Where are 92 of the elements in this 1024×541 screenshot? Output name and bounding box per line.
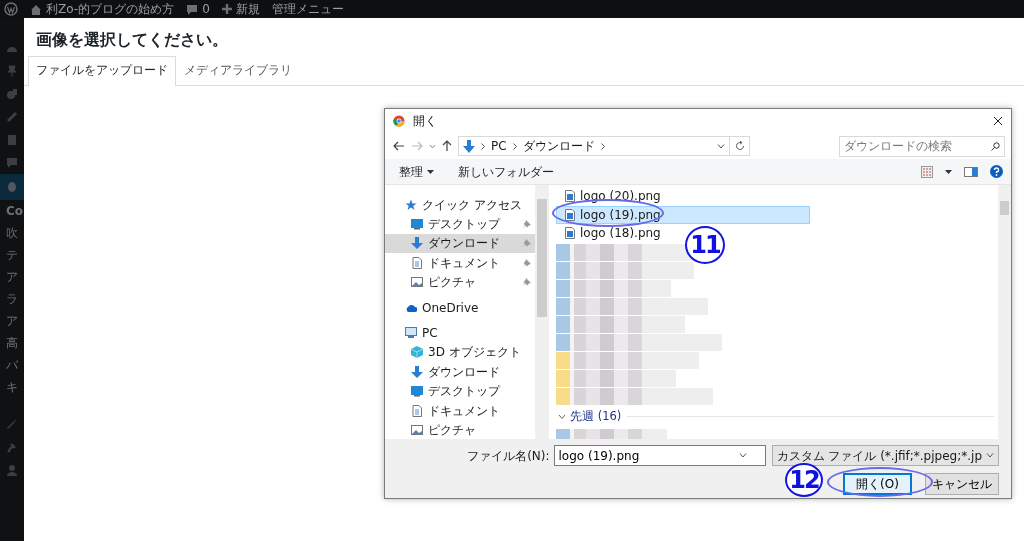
cube-icon bbox=[411, 346, 423, 359]
scrollbar-thumb[interactable] bbox=[1000, 201, 1009, 215]
back-arrow-icon[interactable] bbox=[393, 141, 405, 151]
nav-item[interactable]: ピクチャ bbox=[385, 272, 535, 292]
caret-icon bbox=[427, 169, 434, 174]
caret-icon[interactable] bbox=[945, 169, 952, 174]
picture-icon bbox=[411, 424, 423, 436]
nav-item[interactable]: デスクトップ bbox=[385, 381, 535, 401]
plus-icon bbox=[221, 4, 232, 14]
nav-item[interactable]: 3D オブジェクト bbox=[385, 342, 535, 363]
site-name-link[interactable]: 利Zo-的ブログの始め方 bbox=[46, 0, 175, 18]
dialog-button[interactable]: キャンセル bbox=[925, 473, 999, 495]
sidebar-submenu-item[interactable]: ア bbox=[0, 266, 24, 288]
grid-view-icon[interactable] bbox=[921, 165, 933, 178]
image-file-icon bbox=[565, 208, 575, 221]
tab[interactable]: ファイルをアップロード bbox=[28, 55, 176, 86]
sidebar-submenu-item[interactable]: キ bbox=[0, 376, 24, 398]
file-name-combo[interactable]: logo (19).png bbox=[553, 445, 766, 466]
admin-menu-link[interactable]: 管理メニュー bbox=[271, 0, 344, 18]
home-icon bbox=[30, 3, 42, 15]
path-segment[interactable]: PC bbox=[491, 137, 507, 155]
new-link[interactable]: 新規 bbox=[235, 0, 260, 18]
file-type-dropdown[interactable]: カスタム ファイル (*.jfif;*.pjpeg;*.jp bbox=[771, 445, 999, 466]
chevron-right-icon bbox=[481, 142, 485, 150]
monitor-icon bbox=[411, 385, 423, 398]
nav-item[interactable]: OneDrive bbox=[385, 297, 535, 318]
sidebar-submenu-item[interactable]: バ bbox=[0, 354, 24, 376]
document-icon bbox=[411, 256, 423, 269]
nav-item[interactable]: ドキュメント bbox=[385, 253, 535, 273]
chevron-down-icon[interactable] bbox=[429, 143, 436, 149]
file-item[interactable]: logo (19).png bbox=[556, 205, 810, 224]
organize-button[interactable]: 整理 bbox=[399, 162, 434, 181]
search-icon bbox=[991, 141, 1000, 151]
chevron-right-icon bbox=[512, 142, 517, 150]
nav-item[interactable]: デスクトップ bbox=[385, 214, 535, 234]
chevron-down-icon bbox=[738, 453, 747, 458]
down-arrow-icon bbox=[463, 139, 475, 153]
document-icon bbox=[411, 404, 423, 417]
modal-title: 画像を選択してください。 bbox=[35, 29, 229, 51]
search-box[interactable]: ダウンロードの検索 bbox=[839, 135, 1005, 157]
group-header[interactable]: 先週 (16) bbox=[558, 407, 622, 426]
pin-icon[interactable] bbox=[6, 64, 18, 77]
close-button[interactable] bbox=[993, 116, 1003, 126]
sidebar-submenu-item[interactable]: Co bbox=[0, 200, 24, 222]
scrollbar-thumb[interactable] bbox=[537, 199, 547, 317]
comment-icon[interactable] bbox=[6, 156, 18, 169]
file-item[interactable]: logo (20).png bbox=[556, 187, 668, 206]
down-arrow-icon bbox=[411, 237, 423, 250]
sidebar-submenu-item[interactable]: テ bbox=[0, 244, 24, 266]
media-icon[interactable] bbox=[6, 87, 18, 100]
new-folder-button[interactable]: 新しいフォルダー bbox=[458, 162, 554, 181]
nav-item[interactable]: ダウンロード bbox=[385, 233, 535, 254]
chevron-down-icon bbox=[986, 453, 994, 458]
dialog-button[interactable]: 開く(O) bbox=[843, 473, 912, 495]
chevron-right-icon bbox=[600, 142, 605, 150]
comment-count[interactable]: 0 bbox=[202, 0, 210, 18]
sidebar-submenu-item[interactable]: 吹 bbox=[0, 222, 24, 244]
star-icon bbox=[405, 198, 417, 211]
path-segment[interactable]: ダウンロード bbox=[522, 137, 595, 155]
nav-item[interactable]: ピクチャ bbox=[385, 420, 535, 440]
refresh-icon[interactable] bbox=[734, 141, 745, 151]
nav-item[interactable]: ドキュメント bbox=[385, 400, 535, 421]
image-file-icon bbox=[565, 227, 575, 240]
comment-bubble-icon bbox=[186, 3, 199, 15]
monitor-icon bbox=[411, 218, 423, 231]
up-arrow-icon[interactable] bbox=[442, 140, 452, 152]
chevron-down-icon[interactable] bbox=[717, 143, 725, 149]
forward-arrow-icon[interactable] bbox=[411, 141, 423, 151]
nav-item[interactable]: クイック アクセス bbox=[385, 195, 535, 215]
sidebar-submenu-item[interactable]: ラ bbox=[0, 288, 24, 310]
computer-icon bbox=[405, 327, 417, 340]
chrome-logo-icon bbox=[393, 115, 405, 127]
nav-item[interactable]: ダウンロード bbox=[385, 362, 535, 382]
sidebar-submenu-item[interactable]: 高 bbox=[0, 332, 24, 354]
wordpress-logo-icon[interactable] bbox=[4, 2, 18, 16]
picture-icon bbox=[411, 276, 423, 289]
tab[interactable]: メディアライブラリ bbox=[176, 55, 300, 85]
address-bar[interactable]: PC ダウンロード bbox=[458, 136, 730, 156]
image-file-icon bbox=[565, 190, 575, 203]
sidebar-submenu-item[interactable]: ア bbox=[0, 310, 24, 332]
pages-icon[interactable] bbox=[6, 133, 18, 146]
dialog-title: 開く bbox=[413, 113, 437, 130]
file-item[interactable]: logo (18).png bbox=[556, 224, 668, 243]
help-icon[interactable] bbox=[990, 165, 1003, 178]
down-arrow-icon bbox=[411, 365, 423, 378]
file-name-field[interactable]: logo (19).png bbox=[558, 446, 739, 465]
step-number-badge: 11 bbox=[685, 226, 725, 264]
preview-pane-icon[interactable] bbox=[964, 166, 978, 177]
nav-item[interactable]: PC bbox=[385, 323, 535, 343]
file-name-label: ファイル名(N): bbox=[467, 447, 550, 465]
user-icon[interactable] bbox=[6, 463, 18, 476]
close-icon bbox=[993, 116, 1003, 126]
